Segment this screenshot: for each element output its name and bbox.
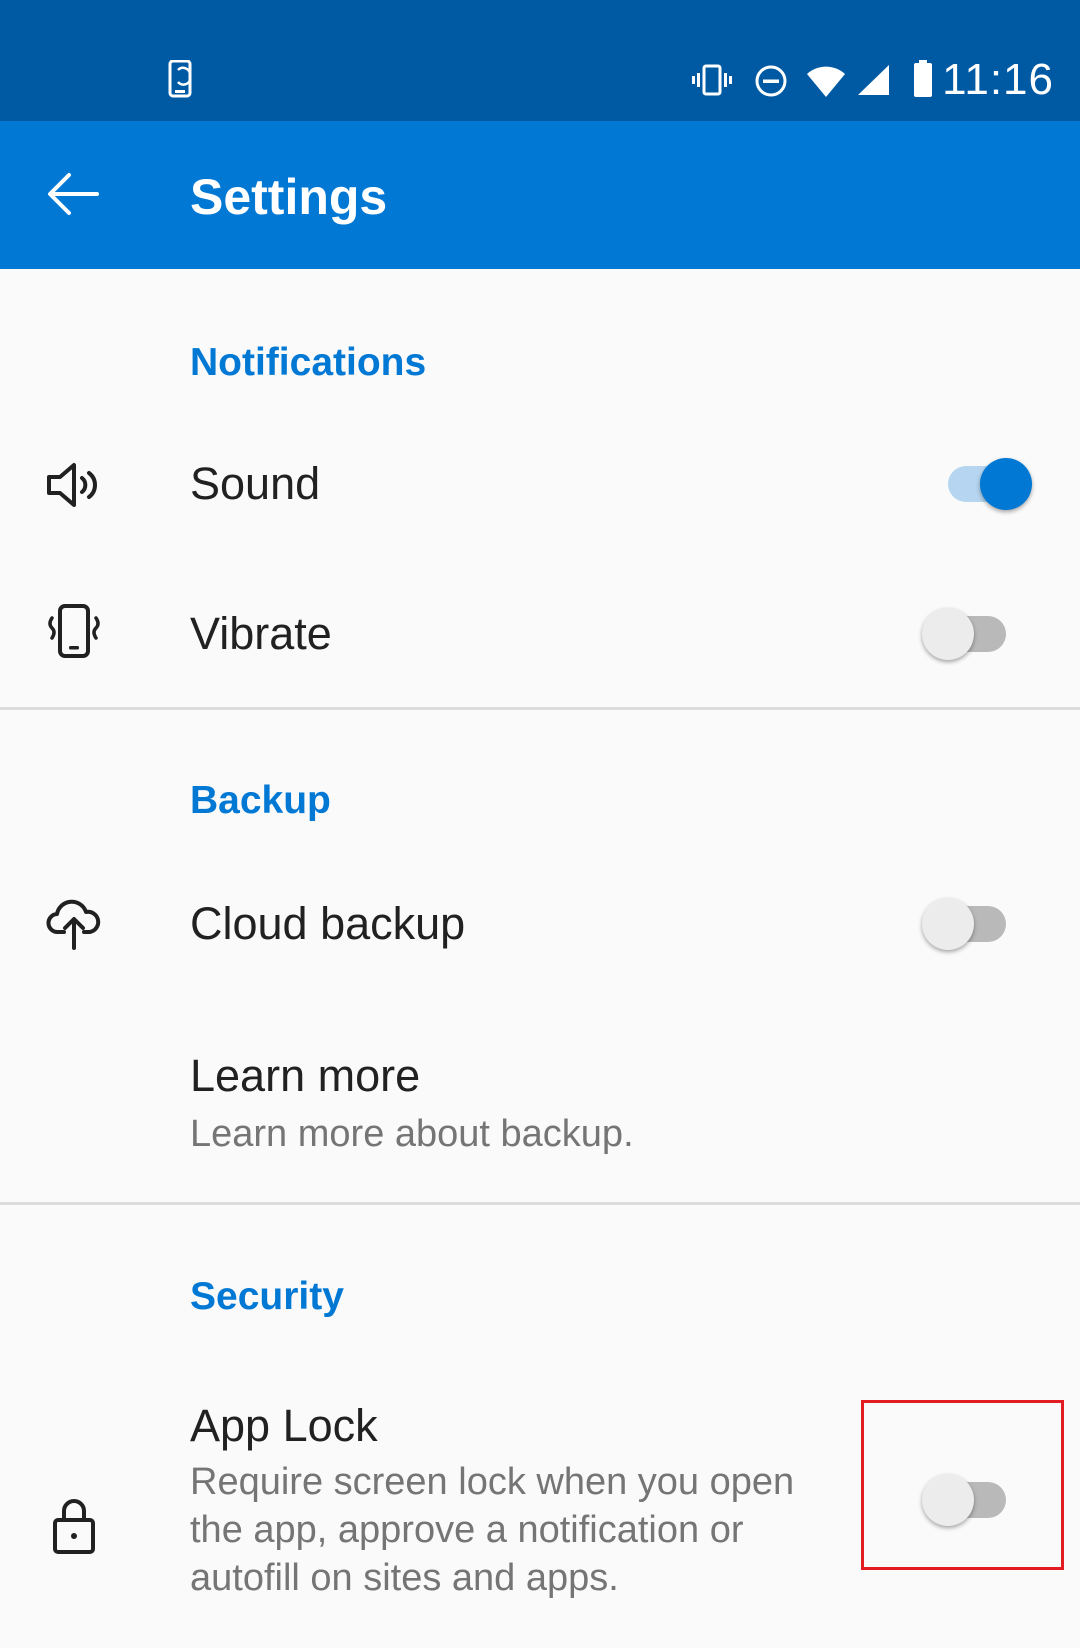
setting-subtitle-line: Require screen lock when you open <box>190 1461 795 1503</box>
setting-row-sound[interactable]: Sound <box>0 430 1080 540</box>
status-bar: 11:16 <box>0 0 1080 121</box>
setting-title: App Lock <box>190 1400 378 1451</box>
battery-icon <box>913 60 933 103</box>
setting-row-learn-more[interactable]: Learn more Learn more about backup. <box>0 1040 1080 1170</box>
setting-title: Sound <box>190 458 321 509</box>
toggle-thumb <box>922 1474 974 1526</box>
setting-subtitle-line: autofill on sites and apps. <box>190 1557 619 1599</box>
wifi-icon <box>806 64 846 103</box>
setting-title: Cloud backup <box>190 898 466 949</box>
cloud-upload-icon <box>44 892 104 952</box>
setting-row-cloud-backup[interactable]: Cloud backup <box>0 870 1080 980</box>
app-lock-toggle[interactable] <box>922 1472 1008 1528</box>
page-title: Settings <box>190 169 388 225</box>
setting-title: Vibrate <box>190 608 332 659</box>
toggle-thumb <box>922 898 974 950</box>
vibrate-phone-icon <box>44 602 104 662</box>
setting-subtitle-line: the app, approve a notification or <box>190 1509 744 1551</box>
setting-row-app-lock[interactable]: App Lock Require screen lock when you op… <box>0 1380 1080 1620</box>
speaker-icon <box>44 455 104 515</box>
toggle-thumb <box>980 458 1032 510</box>
section-header-backup: Backup <box>190 779 331 822</box>
toggle-thumb <box>922 608 974 660</box>
back-button[interactable] <box>30 161 116 231</box>
lock-icon <box>44 1496 104 1556</box>
sound-toggle[interactable] <box>938 456 1032 512</box>
setting-row-vibrate[interactable]: Vibrate <box>0 580 1080 690</box>
phone-sync-icon <box>168 59 198 103</box>
app-bar: Settings <box>0 121 1080 269</box>
vibrate-toggle[interactable] <box>922 606 1008 662</box>
do-not-disturb-icon <box>754 64 788 103</box>
status-time: 11:16 <box>942 55 1054 104</box>
arrow-left-icon <box>47 172 99 221</box>
section-header-security: Security <box>190 1275 344 1318</box>
setting-subtitle: Learn more about backup. <box>190 1113 634 1155</box>
cellular-signal-icon <box>857 64 891 101</box>
vibrate-icon <box>692 64 732 101</box>
cloud-backup-toggle[interactable] <box>922 896 1008 952</box>
section-divider <box>0 707 1080 710</box>
section-header-notifications: Notifications <box>190 341 427 384</box>
setting-title: Learn more <box>190 1050 421 1101</box>
section-divider <box>0 1202 1080 1205</box>
